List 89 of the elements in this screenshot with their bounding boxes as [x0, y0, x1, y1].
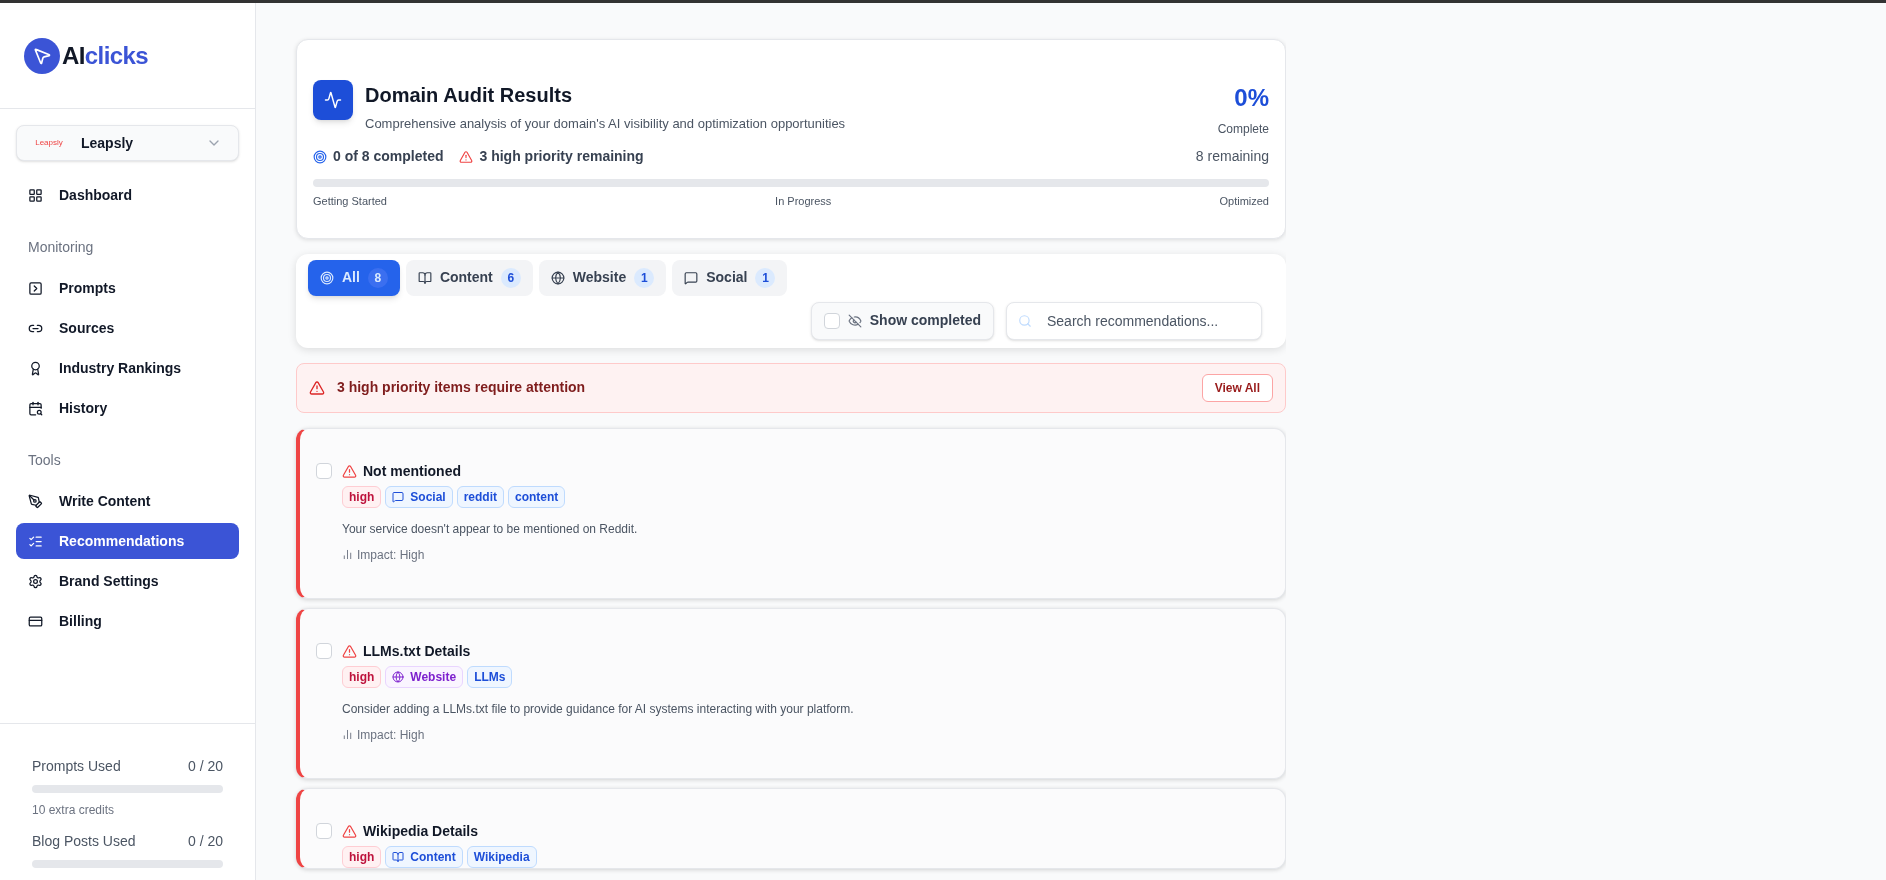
bar-chart-icon	[342, 729, 353, 740]
calendar-search-icon	[28, 400, 43, 416]
prompt-icon	[28, 280, 43, 296]
nav-item[interactable]: Prompts	[16, 270, 239, 306]
warning-icon	[342, 463, 357, 479]
activity-icon	[313, 80, 353, 120]
completion-percent: 0%	[1234, 83, 1269, 113]
tag: content	[508, 485, 566, 508]
view-all-button[interactable]: View All	[1201, 373, 1273, 402]
book-icon	[392, 850, 405, 863]
chat-icon	[684, 270, 699, 285]
tag: reddit	[456, 485, 505, 508]
tag: high	[342, 845, 382, 868]
nav-item[interactable]: Brand Settings	[16, 563, 239, 599]
filter-tab[interactable]: Website 1	[538, 259, 667, 296]
nav-section-heading: Monitoring	[27, 238, 95, 257]
progress-stage-label: Getting Started	[313, 194, 387, 209]
book-icon	[417, 270, 432, 285]
search-icon	[1018, 313, 1032, 328]
tag: LLMs	[467, 665, 513, 688]
nav-item[interactable]: Recommendations	[16, 523, 239, 559]
alert-text: 3 high priority items require attention	[337, 378, 586, 397]
search-field[interactable]: Search recommendations...	[1006, 301, 1262, 340]
logo-text: AIclicks	[62, 40, 148, 71]
usage-label: Prompts Used	[32, 757, 121, 776]
tag: Website	[385, 665, 464, 688]
target-icon	[313, 149, 327, 164]
checkbox[interactable]	[316, 462, 332, 479]
checkbox[interactable]	[316, 642, 332, 659]
audit-subtitle: Comprehensive analysis of your domain's AI visibility and optimization opportunities	[365, 115, 847, 133]
filter-tab[interactable]: Social 1	[672, 259, 788, 296]
chat-icon	[392, 490, 405, 503]
tab-count: 8	[367, 267, 388, 288]
usage-reading: 0 / 20	[187, 832, 223, 851]
filter-tab[interactable]: Content 6	[405, 259, 533, 296]
warning-icon	[342, 823, 357, 839]
globe-icon	[550, 270, 565, 285]
workspace-logo: Leapsly	[34, 137, 64, 149]
show-completed-toggle[interactable]: Show completed	[810, 301, 994, 340]
dashboard-icon	[28, 187, 43, 203]
bar-chart-icon	[342, 549, 353, 560]
usage-note: 10 extra credits	[32, 802, 116, 819]
audit-title: Domain Audit Results	[365, 83, 574, 108]
recommendation-title: Wikipedia Details	[363, 821, 479, 841]
warning-icon	[309, 379, 325, 396]
recommendation-description: Your service doesn't appear to be mentioned on Reddit.	[342, 520, 639, 538]
logo-icon	[24, 37, 60, 74]
tab-count: 6	[500, 267, 521, 288]
nav-item[interactable]: Industry Rankings	[16, 350, 239, 386]
nav-item[interactable]: Sources	[16, 310, 239, 346]
target-icon	[320, 270, 334, 285]
completed-count: 0 of 8 completed	[333, 147, 444, 166]
workspace-selector[interactable]: Leapsly Leapsly	[16, 125, 239, 161]
settings-icon	[28, 573, 43, 589]
recommendation-title: LLMs.txt Details	[363, 641, 471, 661]
tag: Wikipedia	[466, 845, 537, 868]
tag: Content	[385, 845, 463, 868]
nav-item[interactable]: Dashboard	[16, 177, 239, 213]
tab-count: 1	[634, 267, 655, 288]
completion-label: Complete	[1217, 121, 1269, 138]
progress-stage-label: In Progress	[775, 194, 832, 209]
nav-item[interactable]: History	[16, 390, 239, 426]
nav-item[interactable]: Write Content	[16, 483, 239, 519]
warning-icon	[342, 643, 357, 659]
filter-tab[interactable]: All 8	[308, 259, 400, 296]
priority-remaining: 3 high priority remaining	[479, 147, 644, 166]
card-icon	[28, 613, 43, 629]
tab-count: 1	[755, 267, 776, 288]
warning-icon	[459, 149, 474, 164]
checkbox[interactable]	[823, 312, 840, 329]
tag: high	[342, 485, 382, 508]
globe-icon	[392, 670, 405, 683]
checkbox[interactable]	[316, 822, 332, 839]
tag: Social	[385, 485, 453, 508]
tag: high	[342, 665, 382, 688]
remaining-count: 8 remaining	[1195, 147, 1269, 166]
usage-label: Blog Posts Used	[32, 832, 136, 851]
award-icon	[28, 360, 43, 376]
eye-off-icon	[847, 313, 862, 328]
recommendation-title: Not mentioned	[363, 461, 461, 481]
impact-label: Impact: High	[357, 546, 425, 564]
recommendation-description: Consider adding a LLMs.txt file to provide guidance for AI systems interacting with your platform.	[342, 700, 855, 718]
usage-reading: 0 / 20	[187, 757, 223, 776]
checklist-icon	[28, 533, 43, 549]
impact-label: Impact: High	[357, 726, 425, 744]
progress-stage-label: Optimized	[1219, 194, 1269, 209]
pen-icon	[28, 493, 43, 509]
nav-item[interactable]: Billing	[16, 603, 239, 639]
nav-section-heading: Tools	[27, 451, 62, 470]
